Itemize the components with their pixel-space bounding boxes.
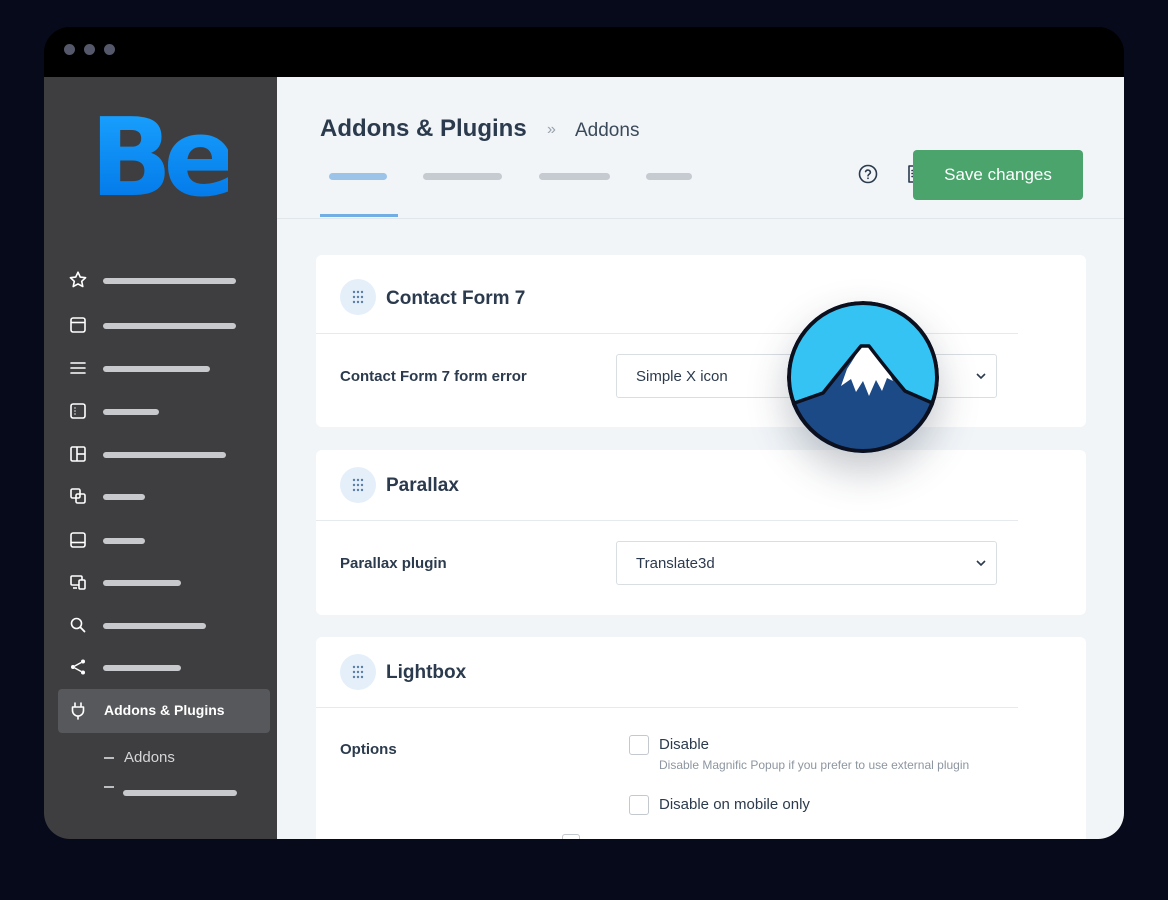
card-header: Lightbox — [316, 637, 1018, 708]
main-content: Addons & Plugins » Addons Save changes C… — [277, 77, 1124, 839]
checkbox-partial[interactable] — [562, 834, 580, 839]
sidebar-item-menu[interactable] — [58, 348, 270, 388]
sidebar-subitem-label: Addons — [124, 749, 175, 766]
card-header: Parallax — [316, 450, 1018, 521]
select-value: Translate3d — [636, 555, 715, 572]
save-button[interactable]: Save changes — [913, 150, 1083, 200]
dash-icon — [104, 757, 114, 759]
sidebar-item-layout[interactable] — [58, 434, 270, 474]
menu-icon — [70, 362, 86, 374]
page-header: Addons & Plugins » Addons Save changes — [277, 77, 1124, 219]
tab-3[interactable] — [539, 173, 610, 180]
share-icon — [71, 659, 85, 675]
list-panel-icon — [70, 403, 86, 419]
nav-label-placeholder — [103, 278, 236, 284]
sidebar-item-label: Addons & Plugins — [104, 702, 225, 718]
checkbox-description: Disable Magnific Popup if you prefer to … — [659, 758, 970, 772]
card-title: Lightbox — [386, 662, 467, 683]
window-dot[interactable] — [104, 44, 115, 55]
disable-checkbox[interactable] — [629, 735, 649, 755]
dash-icon — [104, 786, 114, 788]
mountain-logo-icon — [787, 301, 939, 453]
sidebar-item-templates[interactable] — [58, 476, 270, 516]
sidebar-item-responsive[interactable] — [58, 562, 270, 602]
field-label: Parallax plugin — [340, 555, 447, 572]
nav-label-placeholder — [103, 366, 210, 372]
parallax-plugin-select[interactable]: Translate3d — [616, 541, 997, 585]
sidebar: Be Addons & Plugins Addons — [44, 77, 277, 839]
nav-label-placeholder — [103, 494, 145, 500]
nav-label-placeholder — [123, 790, 237, 796]
tab-1[interactable] — [329, 173, 387, 180]
breadcrumb-separator: » — [547, 121, 556, 138]
page-title: Addons & Plugins — [320, 115, 527, 142]
brand-logo[interactable]: Be — [90, 105, 237, 213]
sidebar-subitem-addons[interactable]: Addons — [104, 748, 224, 768]
window-icon — [70, 317, 86, 333]
nav-label-placeholder — [103, 580, 181, 586]
card-lightbox: Lightbox Options Disable Disable Magnifi… — [316, 637, 1086, 839]
chevron-down-icon — [976, 373, 986, 380]
sidebar-item-favorites[interactable] — [58, 260, 270, 300]
nav-label-placeholder — [103, 409, 159, 415]
copy-icon — [70, 488, 86, 504]
window-dot[interactable] — [64, 44, 75, 55]
card-title: Parallax — [386, 475, 459, 496]
help-circle-icon[interactable] — [857, 163, 879, 185]
app-window: Be Addons & Plugins Addons Addons & Plug… — [44, 27, 1124, 839]
sidebar-item-seo[interactable] — [58, 605, 270, 645]
title-bar — [44, 27, 1124, 77]
disable-mobile-checkbox[interactable] — [629, 795, 649, 815]
layout-icon — [70, 446, 86, 462]
sidebar-item-addons-plugins[interactable]: Addons & Plugins — [58, 689, 270, 733]
drag-handle-icon[interactable] — [340, 279, 376, 315]
breadcrumb-current: Addons — [575, 120, 640, 141]
window-dot[interactable] — [84, 44, 95, 55]
nav-label-placeholder — [103, 323, 236, 329]
checkbox-label: Disable on mobile only — [659, 796, 810, 813]
active-tab-indicator — [320, 214, 398, 217]
footer-icon — [70, 532, 86, 548]
sidebar-item-content[interactable] — [58, 391, 270, 431]
card-parallax: Parallax Parallax plugin Translate3d — [316, 450, 1086, 615]
checkbox-label: Disable — [659, 736, 710, 753]
nav-label-placeholder — [103, 452, 226, 458]
select-value: Simple X icon — [636, 368, 728, 385]
sidebar-item-header[interactable] — [58, 305, 270, 345]
tab-2[interactable] — [423, 173, 502, 180]
field-label: Contact Form 7 form error — [340, 368, 527, 385]
sidebar-item-footer[interactable] — [58, 520, 270, 560]
plug-icon — [71, 702, 85, 720]
nav-label-placeholder — [103, 538, 145, 544]
sidebar-item-social[interactable] — [58, 647, 270, 687]
sidebar-subitem-placeholder[interactable] — [104, 782, 244, 802]
responsive-icon — [70, 575, 86, 590]
nav-label-placeholder — [103, 623, 206, 629]
chevron-down-icon — [976, 560, 986, 567]
card-title: Contact Form 7 — [386, 288, 526, 309]
field-label: Options — [340, 741, 397, 758]
card-contact-form-7: Contact Form 7 Contact Form 7 form error… — [316, 255, 1086, 427]
drag-handle-icon[interactable] — [340, 654, 376, 690]
drag-handle-icon[interactable] — [340, 467, 376, 503]
search-icon — [70, 617, 86, 633]
nav-label-placeholder — [103, 665, 181, 671]
tab-4[interactable] — [646, 173, 692, 180]
star-icon — [69, 271, 87, 288]
